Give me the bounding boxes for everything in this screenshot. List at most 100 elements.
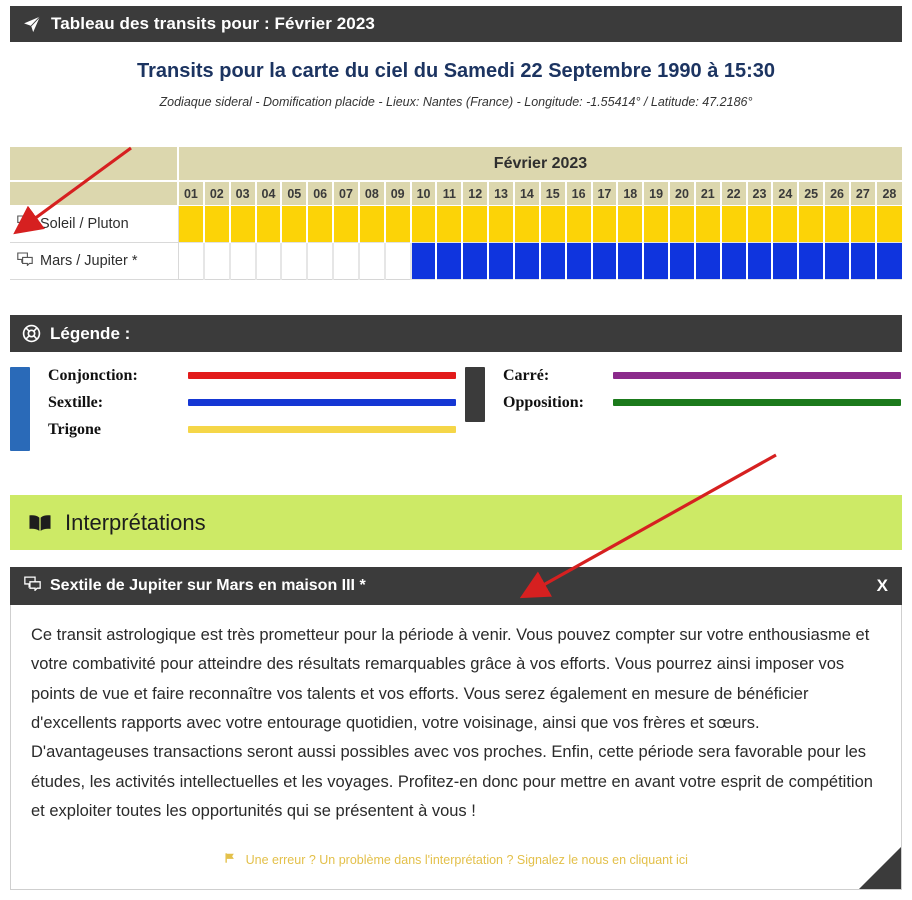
- transit-cell-25[interactable]: [798, 242, 826, 280]
- transit-cell-23[interactable]: [746, 205, 774, 243]
- transit-cell-06[interactable]: [307, 242, 335, 280]
- transit-cell-28[interactable]: [875, 205, 902, 243]
- comments-icon: [17, 252, 33, 270]
- transit-cell-10[interactable]: [410, 205, 438, 243]
- day-header-12: 12: [462, 181, 490, 206]
- legend-item-label: Carré:: [503, 366, 550, 384]
- day-header-17: 17: [591, 181, 619, 206]
- report-error-footer: Une erreur ? Un problème dans l'interpré…: [11, 852, 901, 867]
- transit-cell-28[interactable]: [875, 242, 902, 280]
- day-header-23: 23: [746, 181, 774, 206]
- transit-cell-21[interactable]: [694, 242, 722, 280]
- legend-item-label: Conjonction:: [48, 366, 138, 384]
- transit-cell-23[interactable]: [746, 242, 774, 280]
- month-label: Février 2023: [178, 147, 902, 182]
- day-header-27: 27: [849, 181, 877, 206]
- legend-body: Conjonction: Sextille: Trigone Carré: Oppos…: [10, 362, 902, 467]
- day-header-01: 01: [178, 181, 205, 206]
- transit-row: Soleil / Pluton: [10, 205, 902, 243]
- day-header-row: 01 02 03 04 05 06 07 08 09 10 11 12 13 14 15 16 17 18 19 20…: [10, 181, 902, 206]
- legend-item: Trigone: [48, 416, 456, 443]
- transit-cell-20[interactable]: [669, 205, 696, 243]
- transit-cell-15[interactable]: [539, 205, 567, 243]
- transit-cell-02[interactable]: [203, 205, 231, 243]
- interpretations-section-header: Interprétations: [10, 495, 902, 550]
- legend-item: Carré:: [503, 362, 901, 389]
- transit-cell-22[interactable]: [720, 205, 748, 243]
- report-error-link[interactable]: Une erreur ? Un problème dans l'interpré…: [246, 853, 688, 867]
- transit-cell-10[interactable]: [410, 242, 438, 280]
- paper-plane-icon: [22, 14, 42, 34]
- legend-item-swatch: [188, 399, 456, 406]
- day-header-03: 03: [229, 181, 257, 206]
- transit-cell-05[interactable]: [281, 205, 309, 243]
- transit-cell-25[interactable]: [798, 205, 826, 243]
- transit-cell-26[interactable]: [824, 242, 851, 280]
- close-icon[interactable]: X: [877, 576, 888, 596]
- transit-cell-07[interactable]: [333, 242, 360, 280]
- resize-corner-handle[interactable]: [859, 847, 901, 889]
- transit-cell-04[interactable]: [255, 205, 283, 243]
- day-header-02: 02: [203, 181, 231, 206]
- transit-table-head: Février 2023 01 02 03 04 05 06 07 08 09 10 11 12 13 1…: [10, 147, 902, 206]
- transit-cell-27[interactable]: [849, 242, 877, 280]
- transit-cell-09[interactable]: [384, 242, 412, 280]
- legend-accent-bar: [465, 367, 485, 422]
- transit-cell-18[interactable]: [617, 242, 645, 280]
- day-header-26: 26: [824, 181, 851, 206]
- transit-cell-12[interactable]: [462, 205, 490, 243]
- day-header-14: 14: [513, 181, 541, 206]
- transit-cell-11[interactable]: [436, 205, 464, 243]
- transit-cell-02[interactable]: [203, 242, 231, 280]
- day-header-24: 24: [772, 181, 800, 206]
- day-header-21: 21: [694, 181, 722, 206]
- transit-row-label[interactable]: Soleil / Pluton: [10, 205, 179, 243]
- transit-cell-21[interactable]: [694, 205, 722, 243]
- transit-cell-03[interactable]: [229, 242, 257, 280]
- transit-cell-01[interactable]: [178, 242, 205, 280]
- legend-items-left: Conjonction: Sextille: Trigone: [48, 362, 456, 443]
- day-header-13: 13: [488, 181, 515, 206]
- transit-cell-13[interactable]: [488, 242, 515, 280]
- legend-item-label: Sextille:: [48, 393, 104, 411]
- transit-cell-16[interactable]: [565, 205, 593, 243]
- legend-group-hard-aspects: Carré: Opposition:: [465, 362, 901, 467]
- transit-cell-12[interactable]: [462, 242, 490, 280]
- transit-row-name: Soleil / Pluton: [40, 216, 129, 232]
- day-header-08: 08: [358, 181, 386, 206]
- transit-cell-07[interactable]: [333, 205, 360, 243]
- interpretations-title: Interprétations: [65, 509, 206, 535]
- interpretation-panel-header: Sextile de Jupiter sur Mars en maison II…: [10, 567, 902, 605]
- transit-cell-26[interactable]: [824, 205, 851, 243]
- day-header-04: 04: [255, 181, 283, 206]
- transit-cell-17[interactable]: [591, 242, 619, 280]
- transit-cell-09[interactable]: [384, 205, 412, 243]
- transit-cell-18[interactable]: [617, 205, 645, 243]
- transit-cell-14[interactable]: [513, 242, 541, 280]
- transit-cell-03[interactable]: [229, 205, 257, 243]
- day-header-20: 20: [669, 181, 696, 206]
- transit-row-label[interactable]: Mars / Jupiter *: [10, 242, 179, 280]
- transit-cell-22[interactable]: [720, 242, 748, 280]
- transit-cell-08[interactable]: [358, 242, 386, 280]
- transit-cell-13[interactable]: [488, 205, 515, 243]
- day-header-05: 05: [281, 181, 309, 206]
- transit-cell-06[interactable]: [307, 205, 335, 243]
- transit-cell-19[interactable]: [643, 205, 671, 243]
- transit-cell-24[interactable]: [772, 205, 800, 243]
- transit-cell-14[interactable]: [513, 205, 541, 243]
- transit-cell-16[interactable]: [565, 242, 593, 280]
- transit-cell-19[interactable]: [643, 242, 671, 280]
- transit-cell-08[interactable]: [358, 205, 386, 243]
- transit-cell-01[interactable]: [178, 205, 205, 243]
- transit-cell-20[interactable]: [669, 242, 696, 280]
- transit-cell-24[interactable]: [772, 242, 800, 280]
- transit-cell-15[interactable]: [539, 242, 567, 280]
- transit-cell-27[interactable]: [849, 205, 877, 243]
- transit-cell-04[interactable]: [255, 242, 283, 280]
- transit-cell-17[interactable]: [591, 205, 619, 243]
- transit-cell-11[interactable]: [436, 242, 464, 280]
- legend-group-soft-aspects: Conjonction: Sextille: Trigone: [10, 362, 465, 467]
- transit-cell-05[interactable]: [281, 242, 309, 280]
- day-header-16: 16: [565, 181, 593, 206]
